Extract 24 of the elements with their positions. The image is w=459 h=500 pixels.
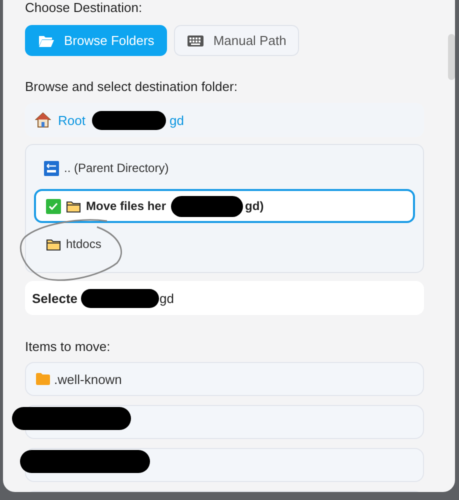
folder-entry[interactable]: htdocs bbox=[34, 227, 415, 261]
section-label: Choose Destination: bbox=[25, 0, 144, 15]
section-label: Browse and select destination folder: bbox=[25, 79, 238, 94]
back-icon bbox=[44, 160, 59, 176]
folder-icon bbox=[66, 200, 81, 212]
move-here-option[interactable]: Move files her gd) bbox=[34, 189, 415, 223]
checkbox-icon bbox=[46, 198, 61, 214]
entry-label: .. (Parent Directory) bbox=[64, 161, 169, 175]
path-text: gd bbox=[169, 112, 184, 128]
folder-icon bbox=[46, 238, 61, 250]
entry-label: htdocs bbox=[66, 237, 102, 251]
path-text: gd bbox=[160, 290, 174, 306]
keyboard-icon bbox=[187, 34, 204, 46]
selected-label: Selecte bbox=[32, 290, 78, 306]
folder-entry[interactable]: .. (Parent Directory) bbox=[34, 151, 415, 185]
folder-icon bbox=[38, 34, 55, 48]
entry-label: gd) bbox=[245, 199, 264, 213]
section-label: Items to move: bbox=[25, 339, 112, 354]
folder-icon bbox=[36, 373, 50, 385]
house-icon bbox=[35, 112, 51, 128]
item-name: .well-known bbox=[54, 372, 122, 386]
entry-label: Move files her bbox=[86, 199, 166, 213]
manual-path-tab[interactable]: Manual Path bbox=[174, 25, 300, 56]
scrollbar[interactable] bbox=[448, 34, 455, 80]
